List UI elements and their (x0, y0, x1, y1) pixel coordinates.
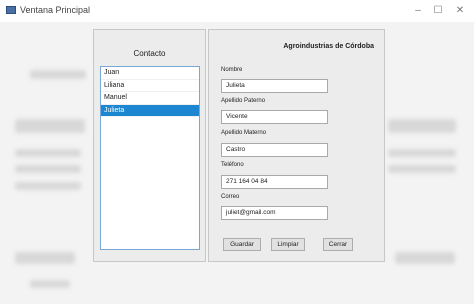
list-item[interactable]: Juan (101, 67, 199, 80)
apellido-paterno-label: Apellido Paterno (221, 98, 266, 104)
list-item[interactable]: Manuel (101, 92, 199, 105)
blurred-background-row (15, 182, 81, 190)
apellido-paterno-field[interactable]: Vicente (221, 110, 328, 124)
blurred-background-row (15, 165, 81, 173)
list-item[interactable]: Liliana (101, 80, 199, 92)
company-title: Agroindustrias de Córdoba (283, 43, 374, 50)
save-button[interactable]: Guardar (223, 238, 261, 251)
app-window-icon (6, 6, 16, 14)
title-bar: Ventana Principal – ☐ ✕ (0, 0, 474, 22)
blurred-background-row (388, 149, 456, 157)
blurred-background-row (388, 165, 456, 173)
blurred-background-text (30, 70, 86, 79)
window-title: Ventana Principal (20, 5, 91, 15)
apellido-materno-field[interactable]: Castro (221, 143, 328, 157)
blurred-background-button (395, 252, 455, 264)
apellido-materno-label: Apellido Materno (221, 130, 267, 136)
close-window-button[interactable]: ✕ (447, 2, 473, 20)
correo-label: Correo (221, 194, 240, 200)
correo-field[interactable]: juliet@gmail.com (221, 206, 328, 220)
blurred-background-button (15, 252, 75, 264)
clear-button[interactable]: Limpiar (271, 238, 305, 251)
nombre-label: Nombre (221, 67, 243, 73)
blurred-background-text (30, 280, 70, 288)
contact-list-panel: Contacto Juan Liliana Manuel Julieta (93, 29, 206, 262)
contact-list[interactable]: Juan Liliana Manuel Julieta (100, 66, 200, 250)
telefono-label: Teléfono (221, 162, 244, 168)
close-button[interactable]: Cerrar (323, 238, 353, 251)
nombre-field[interactable]: Julieta (221, 79, 328, 93)
list-item-selected[interactable]: Julieta (101, 104, 199, 117)
contact-title: Contacto (133, 49, 166, 58)
contact-form-panel: Agroindustrias de Córdoba Nombre Julieta… (208, 29, 385, 262)
blurred-background-header (15, 119, 85, 133)
blurred-background-row (15, 149, 81, 157)
blurred-background-header (388, 119, 456, 133)
telefono-field[interactable]: 271 164 04 84 (221, 175, 328, 189)
